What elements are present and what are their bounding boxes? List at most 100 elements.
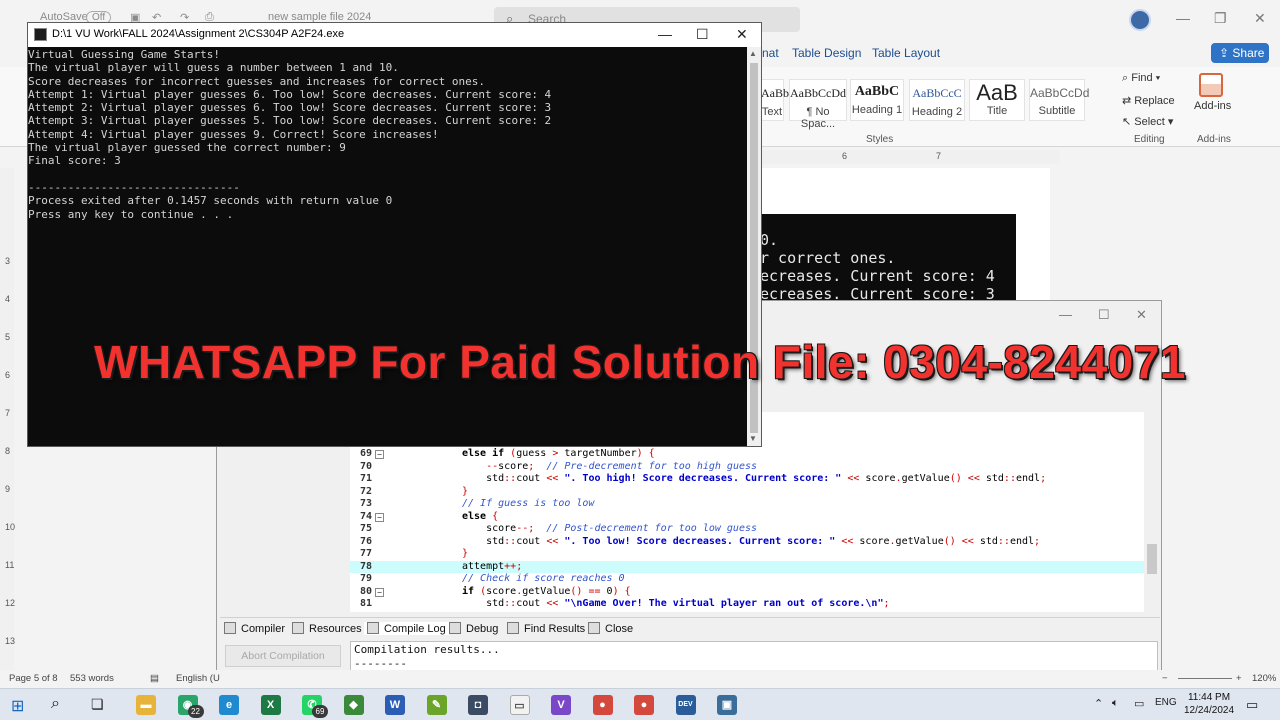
zoom-slider[interactable] (1178, 678, 1232, 679)
chrome-app[interactable]: ● (592, 695, 613, 715)
battery-icon[interactable]: ▭ (1134, 697, 1144, 710)
input-language[interactable]: ENG (1155, 697, 1177, 708)
code-line[interactable]: 69− else if (guess > targetNumber) { (350, 448, 1146, 461)
fold-toggle-icon[interactable]: − (375, 512, 384, 522)
tab-find-results[interactable]: Find Results (507, 622, 585, 635)
word-restore-icon[interactable]: ❐ (1214, 10, 1227, 27)
word-minimize-icon[interactable]: — (1176, 10, 1190, 26)
code-text: // Check if score reaches 0 (462, 573, 625, 584)
code-line[interactable]: 80− if (score.getValue() == 0) { (350, 586, 1146, 599)
style-heading-2[interactable]: AaBbCcC Heading 2 (909, 79, 965, 121)
user-avatar[interactable] (1129, 9, 1151, 31)
code-text: else if (guess > targetNumber) { (462, 448, 655, 459)
console-titlebar[interactable]: D:\1 VU Work\FALL 2024\Assignment 2\CS30… (28, 23, 761, 47)
tab-close[interactable]: Close (588, 622, 633, 635)
notification-badge: 22 (187, 705, 204, 718)
compiler-icon (224, 622, 236, 634)
share-button[interactable]: ⇪ Share (1211, 43, 1269, 63)
addins-icon[interactable] (1199, 73, 1223, 97)
find-icon: ⌕ (1122, 72, 1132, 84)
taskbar-clock[interactable]: 11:44 PM 12/24/2024 (1176, 691, 1242, 717)
dev-tool-app[interactable]: ◆ (343, 695, 364, 715)
notification-icon[interactable]: ▭ (1246, 697, 1258, 713)
devcpp-app[interactable]: DEV (675, 695, 696, 715)
notification-badge: 69 (312, 705, 328, 718)
tab-resources[interactable]: Resources (292, 622, 362, 635)
code-line[interactable]: 77} (350, 548, 1146, 561)
edge-browser-app[interactable]: e (219, 695, 239, 715)
show-hidden-icons-icon[interactable]: ⌃ (1094, 697, 1103, 710)
language-indicator[interactable]: English (U (176, 673, 220, 684)
vertical-ruler-number: 12 (5, 598, 16, 608)
visual-studio-app[interactable]: V (551, 695, 571, 715)
volume-icon[interactable]: 🔈︎ (1112, 697, 1119, 710)
zoom-level[interactable]: 120% (1252, 673, 1276, 684)
excel-app[interactable]: X (260, 695, 281, 715)
code-scroll-thumb[interactable] (1147, 544, 1157, 574)
addins-group-label: Add-ins (1197, 134, 1231, 145)
code-line[interactable]: 72} (350, 486, 1146, 499)
code-line[interactable]: 74− else { (350, 511, 1146, 524)
code-text: } (462, 485, 469, 497)
line-number: 80 (359, 585, 372, 597)
zoom-out-icon[interactable]: − (1162, 673, 1168, 684)
code-text: if (score.getValue() == 0) { (462, 585, 631, 597)
style-no-spacing[interactable]: AaBbCcDd ¶ No Spac... (789, 79, 847, 130)
proofing-icon[interactable]: ▤ (150, 673, 159, 684)
scroll-up-icon[interactable]: ▲ (749, 49, 757, 58)
file-explorer-app[interactable]: ▬ (136, 695, 156, 715)
windows-taskbar: ⊞ ⌕ ❏ ▬ ◉ 22 e X ✆ 69 ◆ W ✎ ◘ ▭ V ● ● DEV ▣ ⌃ 🔈︎ ▭ ENG 1… (0, 688, 1280, 720)
page-count[interactable]: Page 5 of 8 (9, 673, 58, 684)
abort-compilation-button[interactable]: Abort Compilation (225, 645, 341, 667)
word-count[interactable]: 553 words (70, 673, 114, 684)
windows-start-icon[interactable]: ⊞ (11, 696, 24, 716)
fold-toggle-icon[interactable]: − (375, 450, 384, 459)
tab-compile-log[interactable]: Compile Log (364, 622, 449, 635)
code-line[interactable]: 78 attempt++; (350, 560, 1146, 573)
tab-format[interactable]: nat (762, 46, 779, 60)
console-app[interactable]: ▣ (717, 695, 737, 715)
code-line[interactable]: 73 // If guess is too low (350, 498, 1146, 511)
console-maximize-icon[interactable]: ☐ (696, 26, 709, 43)
camera-app[interactable]: ◘ (468, 695, 488, 715)
word-app[interactable]: W (385, 695, 405, 715)
devcpp-close-icon[interactable]: ✕ (1136, 307, 1147, 323)
task-view-icon[interactable]: ❏ (91, 696, 104, 713)
replace-button[interactable]: ⇄ Replace (1122, 94, 1175, 107)
notepad-app[interactable]: ▭ (509, 695, 530, 715)
code-line[interactable]: 75 score--; // Post-decrement for too lo… (350, 523, 1146, 536)
close-panel-icon (588, 622, 600, 634)
select-button[interactable]: ↖ Select ▾ (1122, 115, 1173, 128)
style-text[interactable]: AaBbCcI Text (760, 79, 806, 121)
console-line: Process exited after 0.1457 seconds with… (28, 194, 393, 208)
code-line[interactable]: 79 // Check if score reaches 0 (350, 573, 1146, 586)
code-scrollbar[interactable] (1144, 412, 1160, 612)
code-line[interactable]: 76 std::cout << ". Too low! Score decrea… (350, 536, 1146, 549)
scroll-down-icon[interactable]: ▼ (749, 434, 757, 443)
find-button[interactable]: ⌕ Find ▾ (1122, 72, 1160, 85)
console-line: -------------------------------- (28, 180, 240, 194)
tab-compiler[interactable]: Compiler (224, 622, 285, 635)
taskbar-search-icon[interactable]: ⌕ (51, 695, 60, 713)
tab-debug[interactable]: Debug (449, 622, 498, 635)
style-subtitle[interactable]: AaBbCcDd Subtitle (1029, 79, 1089, 121)
code-text: --score; // Pre-decrement for too high g… (486, 460, 758, 472)
style-heading-1[interactable]: AaBbC Heading 1 (850, 79, 904, 121)
code-line[interactable]: 71 std::cout << ". Too high! Score decre… (350, 473, 1146, 486)
devcpp-restore-icon[interactable]: ☐ (1098, 307, 1110, 323)
addins-button[interactable]: Add-ins (1194, 100, 1231, 112)
zoom-in-icon[interactable]: + (1236, 673, 1242, 684)
editor-app[interactable]: ✎ (426, 695, 447, 715)
compile-log-icon (367, 622, 379, 634)
console-close-icon[interactable]: ✕ (736, 26, 748, 43)
word-close-icon[interactable]: ✕ (1254, 10, 1266, 27)
tab-table-layout[interactable]: Table Layout (872, 46, 940, 60)
code-line[interactable]: 70 --score; // Pre-decrement for too hig… (350, 461, 1146, 474)
tab-table-design[interactable]: Table Design (792, 46, 861, 60)
style-title[interactable]: AaB Title (969, 79, 1025, 121)
fold-toggle-icon[interactable]: − (375, 587, 384, 597)
devcpp-minimize-icon[interactable]: — (1059, 307, 1072, 322)
console-minimize-icon[interactable]: — (658, 26, 672, 42)
code-line[interactable]: 81 std::cout << "\nGame Over! The virtua… (350, 598, 1146, 611)
chrome-profile-app[interactable]: ● (634, 695, 654, 715)
